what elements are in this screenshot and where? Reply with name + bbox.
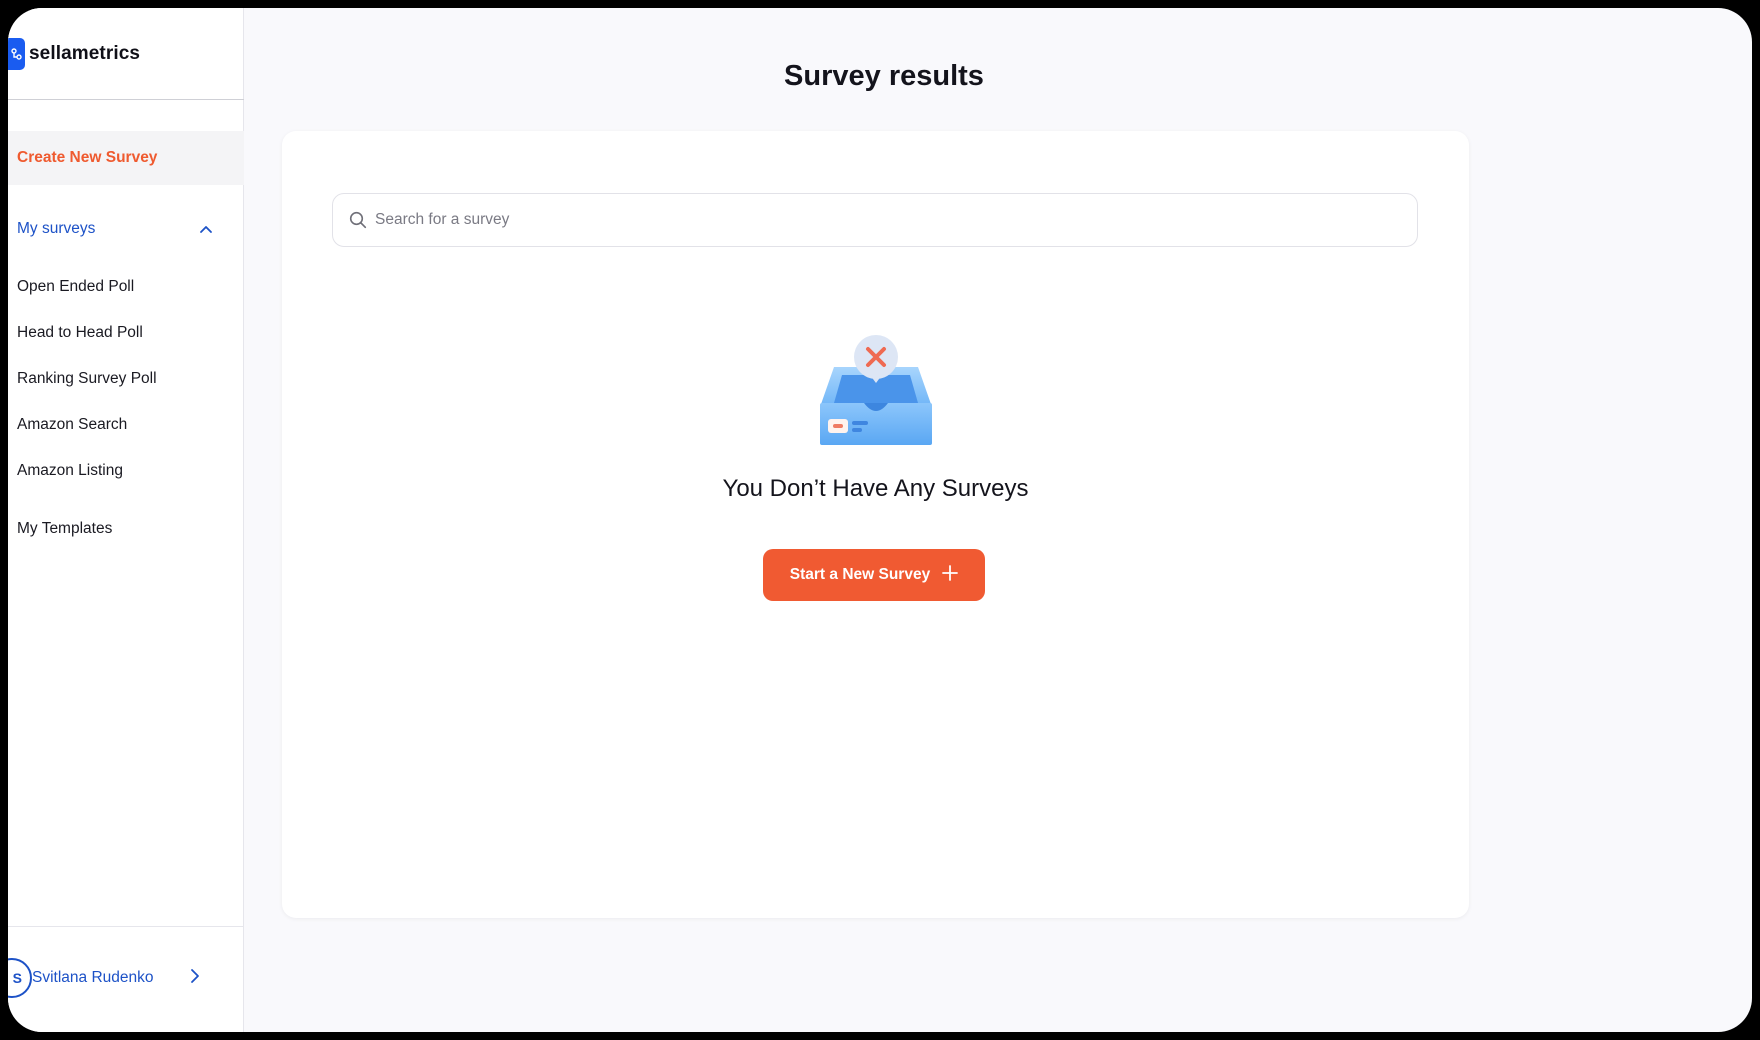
plus-icon bbox=[942, 564, 959, 586]
chevron-up-icon bbox=[199, 225, 213, 234]
user-name: Svitlana Rudenko bbox=[32, 969, 154, 986]
search-input[interactable] bbox=[375, 211, 1355, 229]
sidebar: sellametrics Create New Survey My survey… bbox=[8, 8, 244, 1032]
sidebar-item-head-to-head-poll[interactable]: Head to Head Poll bbox=[17, 324, 143, 342]
empty-inbox-icon bbox=[814, 327, 938, 451]
my-surveys-label: My surveys bbox=[17, 220, 96, 237]
avatar: S bbox=[8, 958, 32, 998]
chevron-right-icon bbox=[190, 968, 200, 989]
sidebar-item-amazon-listing[interactable]: Amazon Listing bbox=[17, 462, 123, 480]
search-icon bbox=[349, 211, 367, 229]
start-new-survey-button[interactable]: Start a New Survey bbox=[763, 549, 985, 601]
empty-state-title: You Don’t Have Any Surveys bbox=[722, 475, 1029, 502]
start-new-survey-label: Start a New Survey bbox=[789, 566, 931, 583]
create-new-survey-link[interactable]: Create New Survey bbox=[8, 131, 244, 185]
divider bbox=[8, 99, 244, 100]
sidebar-item-amazon-search[interactable]: Amazon Search bbox=[17, 416, 127, 434]
sidebar-item-open-ended-poll[interactable]: Open Ended Poll bbox=[17, 278, 134, 296]
my-surveys-toggle[interactable]: My surveys bbox=[17, 220, 213, 238]
survey-results-card: You Don’t Have Any Surveys Start a New S… bbox=[282, 131, 1469, 918]
search-box[interactable] bbox=[332, 193, 1418, 247]
page-title: Survey results bbox=[784, 60, 984, 92]
sellametrics-logo-icon bbox=[8, 38, 25, 70]
brand-name: sellametrics bbox=[29, 43, 141, 64]
divider bbox=[8, 926, 244, 927]
user-profile-link[interactable]: S Svitlana Rudenko bbox=[8, 956, 244, 1000]
brand[interactable]: sellametrics bbox=[8, 36, 140, 72]
app-window: sellametrics Create New Survey My survey… bbox=[8, 8, 1752, 1032]
sidebar-item-ranking-survey-poll[interactable]: Ranking Survey Poll bbox=[17, 370, 157, 388]
sidebar-item-my-templates[interactable]: My Templates bbox=[17, 520, 112, 538]
